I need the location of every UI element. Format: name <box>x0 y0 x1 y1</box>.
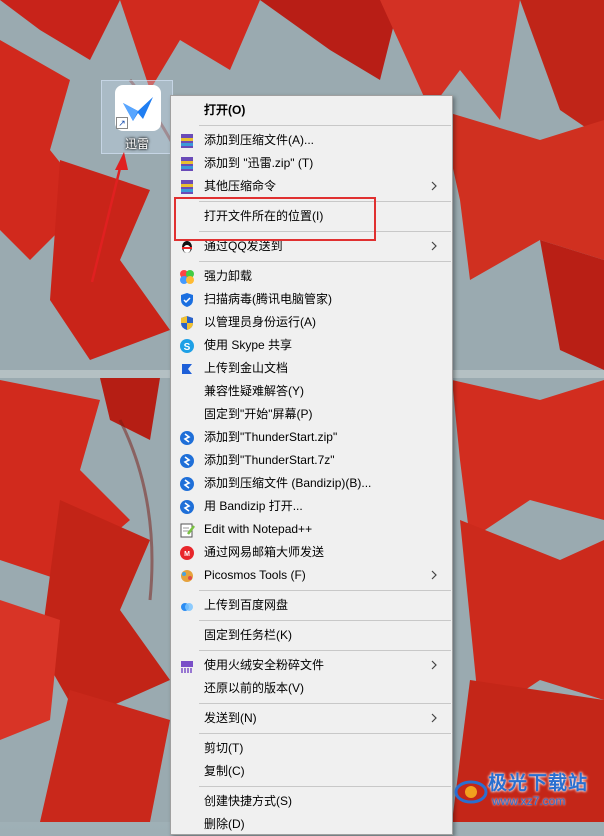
menu-item-create-shortcut[interactable]: 创建快捷方式(S) <box>171 790 452 813</box>
menu-separator <box>199 733 451 734</box>
menu-item-add-to-archive[interactable]: 添加到压缩文件(A)... <box>171 129 452 152</box>
menu-item-label: 以管理员身份运行(A) <box>204 315 316 329</box>
menu-item-send-via-netease-mail[interactable]: M 通过网易邮箱大师发送 <box>171 541 452 564</box>
menu-item-bandizip-add-archive[interactable]: 添加到压缩文件 (Bandizip)(B)... <box>171 472 452 495</box>
bandizip-icon <box>179 430 195 446</box>
menu-item-label: Edit with Notepad++ <box>204 522 313 536</box>
chevron-right-icon <box>431 181 437 191</box>
winrar-archive-icon <box>179 179 195 195</box>
menu-item-copy[interactable]: 复制(C) <box>171 760 452 783</box>
menu-item-label: 通过QQ发送到 <box>204 239 283 253</box>
menu-item-label: 复制(C) <box>204 764 245 778</box>
annotation-highlight-box <box>174 197 376 241</box>
menu-item-edit-notepadpp[interactable]: Edit with Notepad++ <box>171 518 452 541</box>
chevron-right-icon <box>431 241 437 251</box>
uac-shield-icon <box>179 315 195 331</box>
svg-text:M: M <box>184 551 190 558</box>
menu-item-label: 添加到压缩文件 (Bandizip)(B)... <box>204 476 372 490</box>
menu-item-label: 通过网易邮箱大师发送 <box>204 545 325 559</box>
menu-item-label: 固定到任务栏(K) <box>204 628 292 642</box>
chevron-right-icon <box>431 660 437 670</box>
menu-item-bandizip-open[interactable]: 用 Bandizip 打开... <box>171 495 452 518</box>
svg-text:S: S <box>184 342 191 353</box>
tencent-shield-icon <box>179 292 195 308</box>
menu-item-label: 用 Bandizip 打开... <box>204 499 303 513</box>
shortcut-label: 迅雷 <box>124 137 149 151</box>
menu-item-upload-kingsoft-docs[interactable]: 上传到金山文档 <box>171 357 452 380</box>
winrar-archive-icon <box>179 133 195 149</box>
menu-item-label: 发送到(N) <box>204 711 257 725</box>
menu-item-label: Picosmos Tools (F) <box>204 568 306 582</box>
menu-separator <box>199 590 451 591</box>
menu-item-huorong-shred[interactable]: 使用火绒安全粉碎文件 <box>171 654 452 677</box>
menu-separator <box>199 261 451 262</box>
menu-item-run-as-admin[interactable]: 以管理员身份运行(A) <box>171 311 452 334</box>
menu-item-cut[interactable]: 剪切(T) <box>171 737 452 760</box>
menu-item-label: 打开(O) <box>204 103 246 117</box>
bandizip-icon <box>179 476 195 492</box>
menu-item-label: 强力卸载 <box>204 269 253 283</box>
menu-item-pin-to-start[interactable]: 固定到"开始"屏幕(P) <box>171 403 452 426</box>
bandizip-icon <box>179 499 195 515</box>
menu-item-force-uninstall[interactable]: 强力卸载 <box>171 265 452 288</box>
kingsoft-docs-icon <box>179 361 195 377</box>
menu-item-label: 删除(D) <box>204 817 245 831</box>
menu-item-upload-baidu-netdisk[interactable]: 上传到百度网盘 <box>171 594 452 617</box>
skype-icon: S <box>179 338 195 354</box>
menu-item-bandizip-add-7z[interactable]: 添加到"ThunderStart.7z" <box>171 449 452 472</box>
qq-penguin-icon <box>179 239 195 255</box>
menu-item-label: 扫描病毒(腾讯电脑管家) <box>204 292 332 306</box>
menu-separator <box>199 703 451 704</box>
menu-separator <box>199 650 451 651</box>
pinwheel-icon <box>179 269 195 285</box>
menu-item-send-to[interactable]: 发送到(N) <box>171 707 452 730</box>
menu-item-label: 其他压缩命令 <box>204 179 277 193</box>
shortcut-arrow-icon: ↗ <box>116 117 128 129</box>
menu-item-compat-troubleshoot[interactable]: 兼容性疑难解答(Y) <box>171 380 452 403</box>
menu-item-label: 使用 Skype 共享 <box>204 338 293 352</box>
menu-item-label: 添加到压缩文件(A)... <box>204 133 314 147</box>
menu-item-label: 上传到金山文档 <box>204 361 289 375</box>
menu-item-picosmos-tools[interactable]: Picosmos Tools (F) <box>171 564 452 587</box>
menu-item-open[interactable]: 打开(O) <box>171 99 452 122</box>
menu-item-label: 创建快捷方式(S) <box>204 794 292 808</box>
menu-item-scan-virus[interactable]: 扫描病毒(腾讯电脑管家) <box>171 288 452 311</box>
menu-separator <box>199 620 451 621</box>
huorong-shredder-icon <box>179 658 195 674</box>
menu-separator <box>199 786 451 787</box>
menu-item-skype-share[interactable]: S 使用 Skype 共享 <box>171 334 452 357</box>
chevron-right-icon <box>431 570 437 580</box>
picosmos-icon <box>179 568 195 584</box>
baidu-netdisk-icon <box>179 598 195 614</box>
menu-item-label: 固定到"开始"屏幕(P) <box>204 407 313 421</box>
bandizip-icon <box>179 453 195 469</box>
winrar-archive-icon <box>179 156 195 172</box>
menu-item-label: 还原以前的版本(V) <box>204 681 304 695</box>
chevron-right-icon <box>431 713 437 723</box>
menu-item-pin-to-taskbar[interactable]: 固定到任务栏(K) <box>171 624 452 647</box>
menu-item-other-compress[interactable]: 其他压缩命令 <box>171 175 452 198</box>
menu-separator <box>199 125 451 126</box>
watermark-logo-icon <box>454 780 488 804</box>
watermark-url: www.xz7.com <box>492 794 566 808</box>
menu-item-delete[interactable]: 删除(D) <box>171 813 452 836</box>
menu-item-label: 添加到"ThunderStart.7z" <box>204 453 335 467</box>
menu-item-label: 添加到"ThunderStart.zip" <box>204 430 338 444</box>
watermark: 极光下载站 www.xz7.com <box>452 760 602 820</box>
menu-item-restore-previous[interactable]: 还原以前的版本(V) <box>171 677 452 700</box>
xunlei-desktop-shortcut[interactable]: ↗ 迅雷 <box>101 80 173 154</box>
netease-mail-icon: M <box>179 545 195 561</box>
menu-item-label: 兼容性疑难解答(Y) <box>204 384 304 398</box>
menu-item-label: 使用火绒安全粉碎文件 <box>204 658 325 672</box>
menu-item-label: 上传到百度网盘 <box>204 598 289 612</box>
menu-item-bandizip-add-zip[interactable]: 添加到"ThunderStart.zip" <box>171 426 452 449</box>
menu-item-label: 添加到 "迅雷.zip" (T) <box>204 156 314 170</box>
notepad-plus-plus-icon <box>179 522 195 538</box>
menu-item-label: 剪切(T) <box>204 741 244 755</box>
menu-item-add-to-zip[interactable]: 添加到 "迅雷.zip" (T) <box>171 152 452 175</box>
watermark-title: 极光下载站 <box>488 773 589 794</box>
